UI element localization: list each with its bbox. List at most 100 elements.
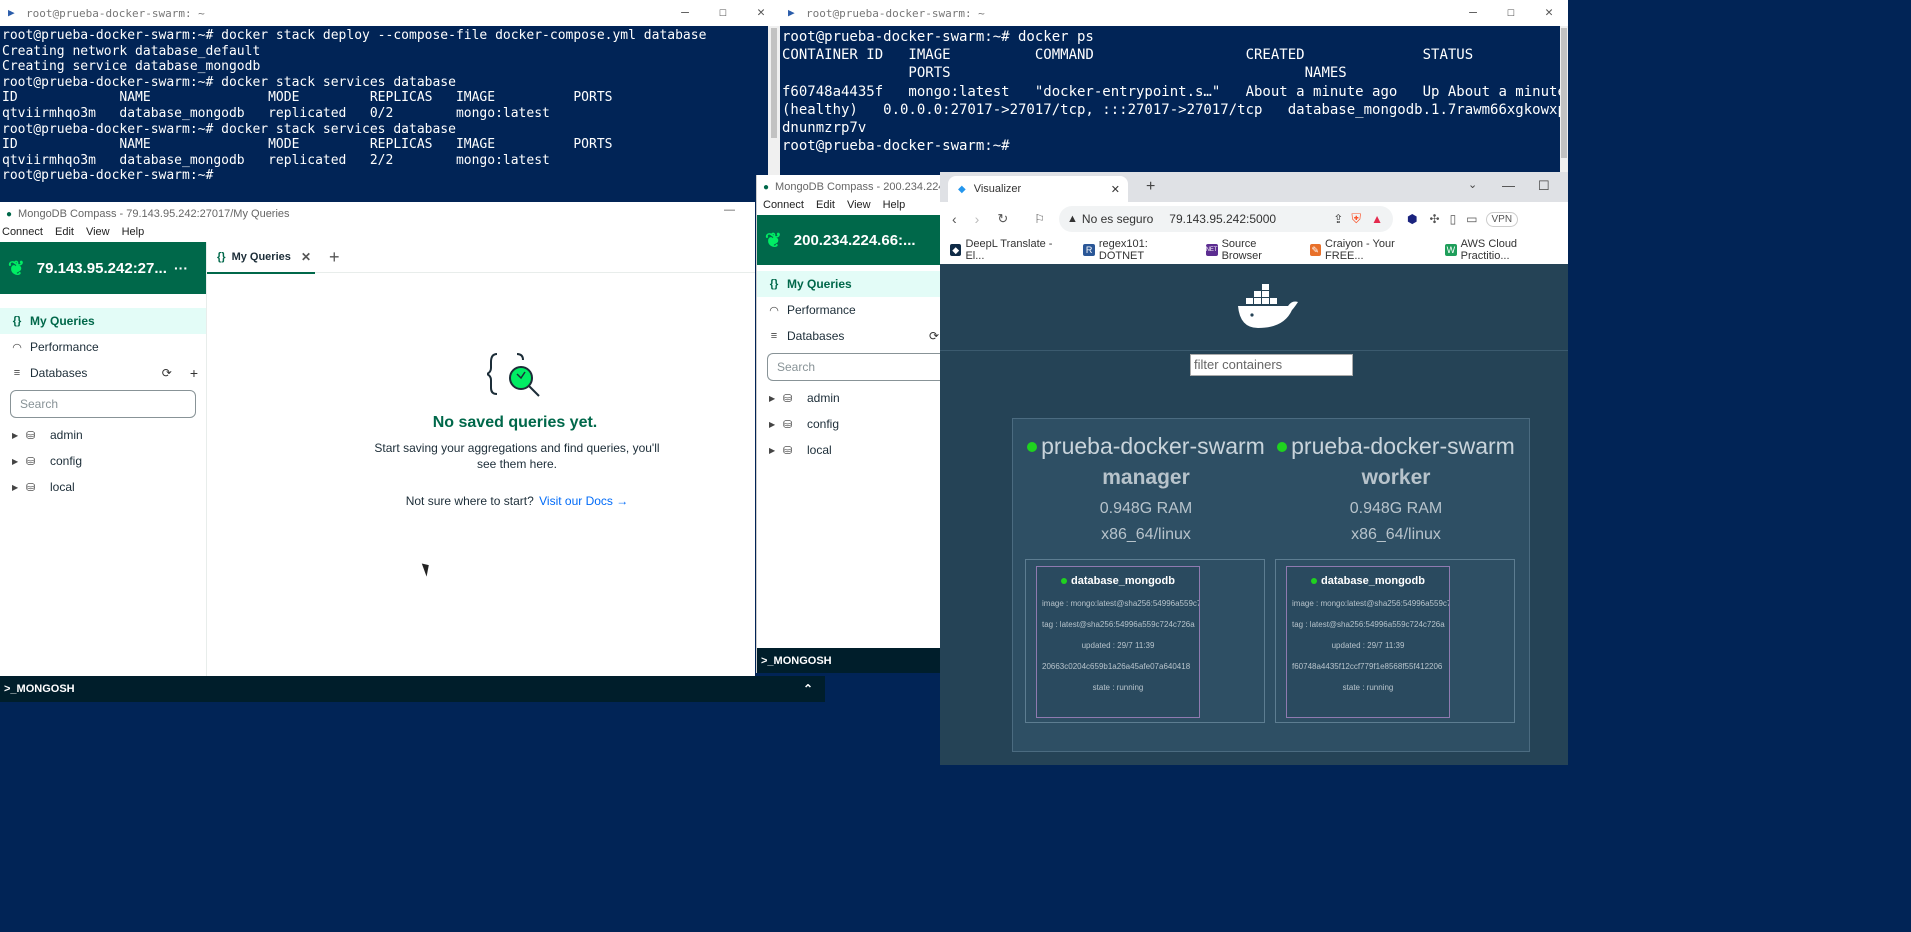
bookmark-label: Craiyon - Your FREE...: [1325, 238, 1395, 262]
docs-link[interactable]: Visit our Docs →: [539, 494, 628, 508]
browser-tab[interactable]: ◆ Visualizer ✕: [948, 176, 1128, 202]
sidebar-item-label: Databases: [787, 329, 845, 343]
node-manager: prueba-docker-swarm manager 0.948G RAM x…: [1021, 433, 1271, 544]
node-containers: database_mongodb image : mongo:latest@sh…: [1275, 559, 1515, 723]
bookmark-icon[interactable]: ⚐: [1034, 212, 1045, 226]
refresh-icon[interactable]: ⟳: [162, 366, 172, 380]
terminal-line: ID NAME MODE REPLICAS IMAGE PORTS: [2, 137, 613, 153]
terminal-window-left[interactable]: ▶ root@prueba-docker-swarm: ~ — ☐ ✕ root…: [0, 0, 780, 202]
compass-window-left[interactable]: ● MongoDB Compass - 79.143.95.242:27017/…: [0, 202, 755, 676]
terminal-window-right[interactable]: ▶ root@prueba-docker-swarm: ~ — ☐ ✕ root…: [780, 0, 1568, 175]
sidebar-item-databases[interactable]: ≡ Databases ⟳ +: [0, 360, 206, 386]
node-arch: x86_64/linux: [1351, 526, 1441, 543]
minimize-icon[interactable]: —: [1502, 178, 1515, 193]
mongodb-leaf-icon: ❦: [765, 229, 782, 252]
compass-title: MongoDB Compass - 79.143.95.242:27017/My…: [18, 208, 290, 220]
more-options-icon[interactable]: ···: [174, 260, 188, 276]
tab-my-queries[interactable]: {} My Queries ✕: [207, 242, 315, 274]
node-ram: 0.948G RAM: [1099, 500, 1193, 517]
brave-rewards-icon[interactable]: ▲: [1371, 212, 1383, 226]
container-card[interactable]: database_mongodb image : mongo:latest@sh…: [1036, 566, 1200, 718]
minimize-icon[interactable]: —: [666, 0, 704, 26]
database-item[interactable]: ▶ ⛁ admin: [0, 422, 206, 448]
add-tab-icon[interactable]: +: [329, 247, 340, 268]
vpn-button[interactable]: VPN: [1485, 211, 1519, 227]
container-name: database_mongodb: [1321, 575, 1425, 587]
wallet-icon[interactable]: ▭: [1466, 212, 1477, 226]
database-icon: ⛁: [26, 455, 36, 468]
minimize-icon[interactable]: —: [724, 204, 735, 216]
sidebar-icon[interactable]: ▯: [1450, 212, 1457, 226]
address-bar[interactable]: ▲ No es seguro 79.143.95.242:5000 ⇪ ⛨ ▲: [1059, 206, 1394, 232]
terminal-line: root@prueba-docker-swarm:~# docker ps: [782, 29, 1094, 45]
menu-edit[interactable]: Edit: [53, 226, 74, 242]
close-tab-icon[interactable]: ✕: [1111, 183, 1120, 196]
connection-header[interactable]: ❦ 200.234.224.66:...: [757, 215, 941, 265]
share-icon[interactable]: ⇪: [1333, 212, 1343, 226]
bookmark-item[interactable]: ◆ DeepL Translate - El...: [950, 238, 1069, 262]
gauge-icon: ◠: [769, 304, 779, 317]
maximize-icon[interactable]: ☐: [1538, 178, 1550, 194]
container-tag: tag : latest@sha256:54996a559c724c726a: [1042, 620, 1195, 629]
menu-connect[interactable]: Connect: [761, 199, 804, 215]
puzzle-icon[interactable]: ✣: [1430, 212, 1440, 226]
add-database-icon[interactable]: +: [190, 365, 198, 381]
connection-header[interactable]: ❦ 79.143.95.242:27... ···: [0, 242, 206, 294]
filter-containers-input[interactable]: filter containers: [1190, 354, 1353, 376]
forward-icon[interactable]: ›: [975, 211, 980, 227]
terminal-line: Creating service database_mongodb: [2, 59, 261, 75]
mongosh-bar[interactable]: >_MONGOSH ⌃: [0, 676, 825, 702]
bookmark-item[interactable]: Rregex101: DOTNET: [1083, 238, 1191, 262]
back-icon[interactable]: ‹: [952, 211, 957, 227]
database-item[interactable]: ▶ ⛁ local: [0, 474, 206, 500]
menu-help[interactable]: Help: [120, 226, 145, 242]
container-image: image : mongo:latest@sha256:54996a559c72…: [1042, 599, 1199, 608]
search-input[interactable]: Search: [10, 390, 196, 418]
close-icon[interactable]: ✕: [1530, 0, 1568, 26]
container-card[interactable]: database_mongodb image : mongo:latest@sh…: [1286, 566, 1450, 718]
brave-shield-icon[interactable]: ⛨: [1351, 211, 1361, 227]
compass-window-right[interactable]: ● MongoDB Compass - 200.234.224.66: Conn…: [756, 175, 941, 673]
menu-view[interactable]: View: [845, 199, 871, 215]
bookmark-item[interactable]: ✎ Craiyon - Your FREE...: [1309, 238, 1432, 262]
new-tab-icon[interactable]: +: [1146, 178, 1155, 196]
database-icon: ⛁: [26, 429, 36, 442]
minimize-icon[interactable]: —: [1454, 0, 1492, 26]
scrollbar[interactable]: [1560, 26, 1568, 175]
sidebar-item-my-queries[interactable]: {} My Queries: [0, 308, 206, 334]
chevron-up-icon[interactable]: ⌃: [803, 682, 813, 696]
sidebar-item-my-queries[interactable]: {} My Queries: [757, 271, 941, 297]
status-dot-icon: [1061, 578, 1068, 584]
bookmark-label: DeepL Translate - El...: [965, 238, 1053, 262]
refresh-icon[interactable]: ⟳: [929, 329, 939, 343]
compass-titlebar: ● MongoDB Compass - 79.143.95.242:27017/…: [0, 202, 755, 226]
close-icon[interactable]: ✕: [742, 0, 780, 26]
chevron-down-icon[interactable]: ⌄: [1468, 178, 1477, 191]
database-icon: ⛁: [26, 481, 36, 494]
sidebar-item-performance[interactable]: ◠ Performance: [757, 297, 941, 323]
node-containers: database_mongodb image : mongo:latest@sh…: [1025, 559, 1265, 723]
extension-icon[interactable]: ⬢: [1407, 212, 1417, 226]
mongodb-leaf-icon: ❦: [8, 257, 25, 280]
menu-edit[interactable]: Edit: [814, 199, 835, 215]
database-item[interactable]: ▶ ⛁ local: [757, 437, 941, 463]
menu-help[interactable]: Help: [881, 199, 906, 215]
sidebar-item-databases[interactable]: ≡ Databases ⟳: [757, 323, 941, 349]
menu-connect[interactable]: Connect: [0, 226, 43, 242]
browser-window[interactable]: ◆ Visualizer ✕ + ⌄ — ☐ ‹ › ↻ ⚐ ▲ No es s…: [940, 172, 1568, 765]
maximize-icon[interactable]: ☐: [704, 0, 742, 26]
bookmark-item[interactable]: NET Source Browser: [1205, 238, 1296, 262]
database-item[interactable]: ▶ ⛁ config: [757, 411, 941, 437]
close-tab-icon[interactable]: ✕: [301, 250, 311, 264]
database-item[interactable]: ▶ ⛁ config: [0, 448, 206, 474]
terminal-title: root@prueba-docker-swarm: ~: [26, 6, 205, 20]
bookmark-item[interactable]: W AWS Cloud Practitio...: [1445, 238, 1564, 262]
search-input[interactable]: Search: [767, 353, 941, 381]
menu-view[interactable]: View: [84, 226, 110, 242]
maximize-icon[interactable]: ☐: [1492, 0, 1530, 26]
sidebar-item-performance[interactable]: ◠ Performance: [0, 334, 206, 360]
database-item[interactable]: ▶ ⛁ admin: [757, 385, 941, 411]
caret-right-icon: ▶: [12, 482, 19, 492]
mongosh-bar[interactable]: >_MONGOSH: [757, 648, 940, 673]
reload-icon[interactable]: ↻: [997, 211, 1008, 227]
